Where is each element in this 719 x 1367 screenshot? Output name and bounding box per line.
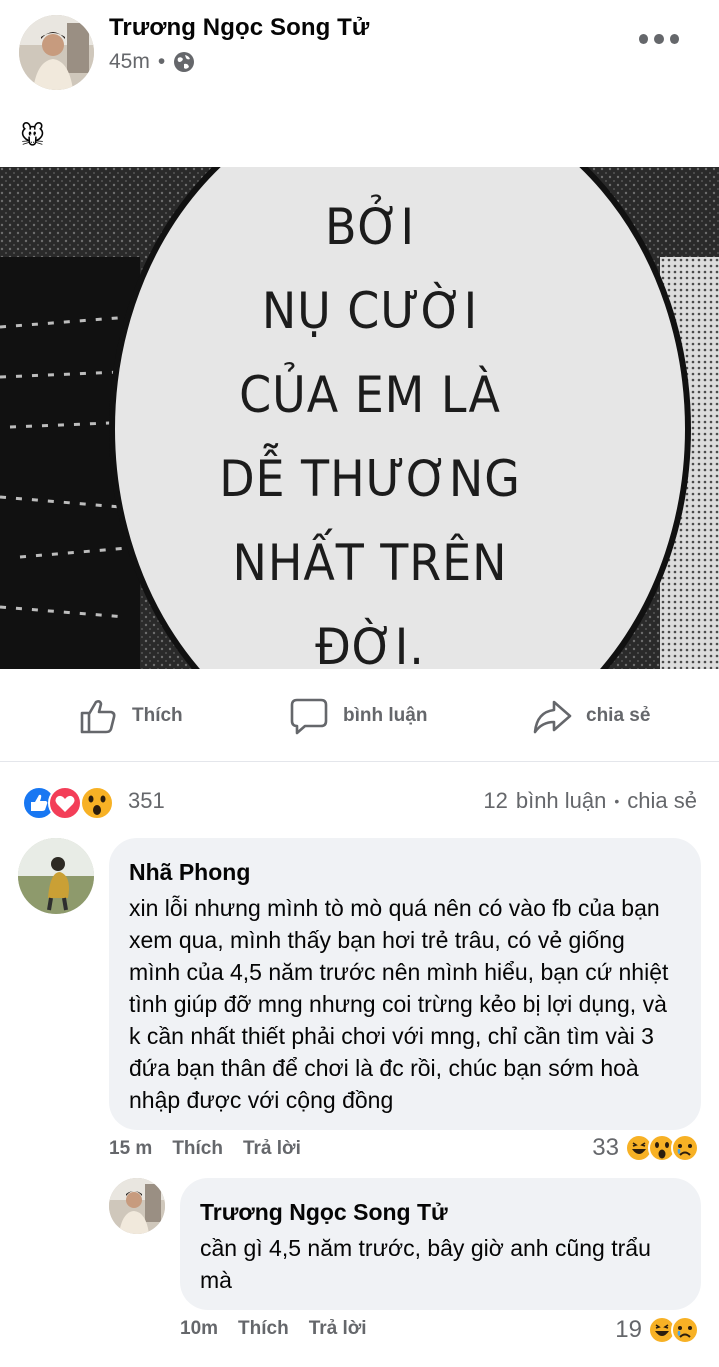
bubble-line: ĐỜI.: [315, 618, 425, 669]
bubble-line: DỄ THƯƠNG: [219, 450, 521, 508]
comment-bubble[interactable]: Nhã Phong xin lỗi nhưng mình tò mò quá n…: [109, 838, 701, 1130]
share-icon: [533, 700, 572, 734]
reply-text: cần gì 4,5 năm trước, bây giờ anh cũng t…: [200, 1235, 651, 1293]
comment-reactions[interactable]: 33: [592, 1134, 699, 1162]
sad-reaction-icon: [671, 1316, 699, 1344]
stats-separator: •: [614, 793, 620, 809]
comment-count[interactable]: 12: [483, 788, 507, 814]
comment-reply-button[interactable]: Trả lời: [243, 1138, 301, 1160]
reply-reactions[interactable]: 19: [615, 1316, 699, 1344]
commenter-name[interactable]: Nhã Phong: [129, 856, 681, 888]
sad-reaction-icon: [671, 1134, 699, 1162]
share-label: chia sẻ: [586, 705, 651, 726]
like-button[interactable]: Thích: [78, 696, 183, 736]
bubble-line: NỤ CƯỜI: [261, 282, 479, 340]
commenter-avatar[interactable]: [18, 838, 94, 914]
action-bar: Thích bình luận chia sẻ: [0, 672, 719, 762]
bubble-line: BỞI: [325, 198, 415, 256]
comment-label: bình luận: [343, 705, 428, 726]
comment-reaction-icons: [625, 1134, 699, 1162]
meta-separator: •: [157, 50, 166, 73]
image-speech-bubble-text: BỞI NỤ CƯỜI CỦA EM LÀ DỄ THƯƠNG NHẤT TRÊ…: [168, 185, 573, 669]
comment-like-button[interactable]: Thích: [172, 1138, 223, 1160]
comment-reaction-count: 33: [592, 1134, 619, 1161]
post-time[interactable]: 45m: [109, 50, 150, 74]
post-stats: 12 bình luận • chia sẻ: [483, 788, 697, 814]
reply-meta: 10m Thích Trả lời: [180, 1318, 367, 1340]
reply-reply-button[interactable]: Trả lời: [309, 1318, 367, 1340]
reply-author-name[interactable]: Trương Ngọc Song Tử: [200, 1196, 681, 1228]
comment-count-label[interactable]: bình luận: [516, 788, 607, 814]
like-label: Thích: [132, 705, 183, 726]
comment-meta: 15 m Thích Trả lời: [109, 1138, 301, 1160]
post-meta: 45m •: [109, 50, 195, 74]
reply-reaction-count: 19: [615, 1316, 642, 1343]
author-name[interactable]: Trương Ngọc Song Tử: [109, 14, 369, 42]
post-image[interactable]: BỞI NỤ CƯỜI CỦA EM LÀ DỄ THƯƠNG NHẤT TRÊ…: [0, 167, 719, 669]
wow-reaction-icon: [80, 786, 114, 820]
reply-time[interactable]: 10m: [180, 1318, 218, 1340]
globe-icon: [173, 51, 195, 73]
comment-icon: [290, 698, 328, 735]
reply-avatar[interactable]: [109, 1178, 165, 1234]
author-avatar[interactable]: [19, 15, 94, 90]
bubble-line: CỦA EM LÀ: [239, 366, 501, 424]
reply-like-button[interactable]: Thích: [238, 1318, 289, 1340]
more-icon[interactable]: [639, 34, 679, 44]
bubble-line: NHẤT TRÊN: [232, 534, 508, 592]
reaction-icons[interactable]: [22, 786, 120, 820]
reaction-count[interactable]: 351: [128, 788, 165, 814]
comment-time[interactable]: 15 m: [109, 1138, 152, 1160]
post-caption: 🐭: [20, 123, 46, 150]
comment-button[interactable]: bình luận: [289, 696, 427, 736]
reply-bubble[interactable]: Trương Ngọc Song Tử cần gì 4,5 năm trước…: [180, 1178, 701, 1310]
share-button[interactable]: chia sẻ: [532, 696, 650, 736]
post-header: Trương Ngọc Song Tử 45m •: [0, 0, 719, 110]
reactions-summary: 351 12 bình luận • chia sẻ: [0, 780, 719, 830]
love-reaction-icon: [48, 786, 82, 820]
comment-text: xin lỗi nhưng mình tò mò quá nên có vào …: [129, 895, 669, 1113]
like-icon: [80, 700, 116, 734]
reply-reaction-icons: [648, 1316, 699, 1344]
share-count-label[interactable]: chia sẻ: [627, 788, 697, 814]
